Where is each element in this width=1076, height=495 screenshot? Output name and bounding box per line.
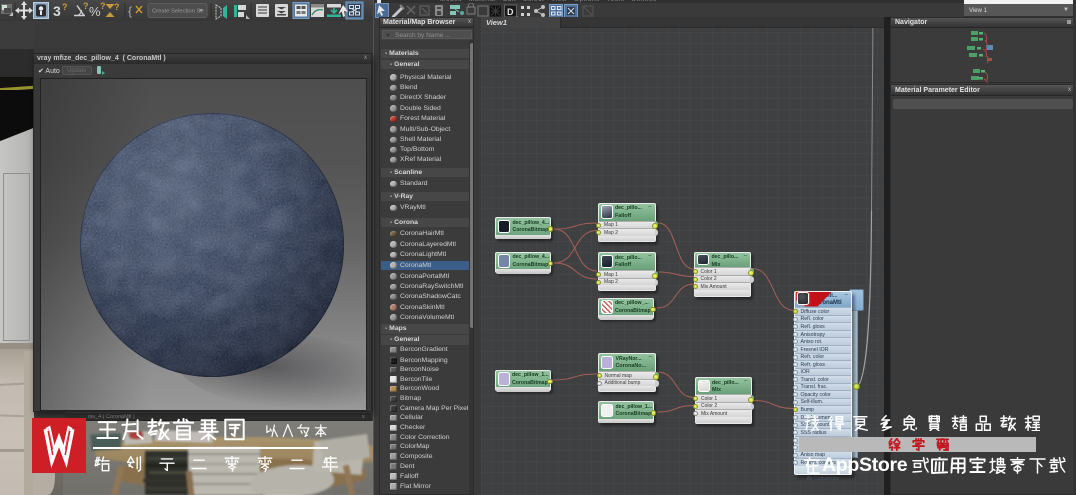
svg-text:Create Selection Se: Create Selection Se — [152, 9, 204, 15]
svg-text:?: ? — [83, 1, 89, 11]
svg-text:D: D — [507, 7, 514, 17]
svg-text:{: { — [128, 4, 132, 18]
svg-text:?: ? — [114, 2, 120, 12]
svg-text:?: ? — [62, 2, 68, 12]
svg-text:?: ? — [100, 1, 106, 11]
svg-text:3: 3 — [53, 3, 61, 19]
